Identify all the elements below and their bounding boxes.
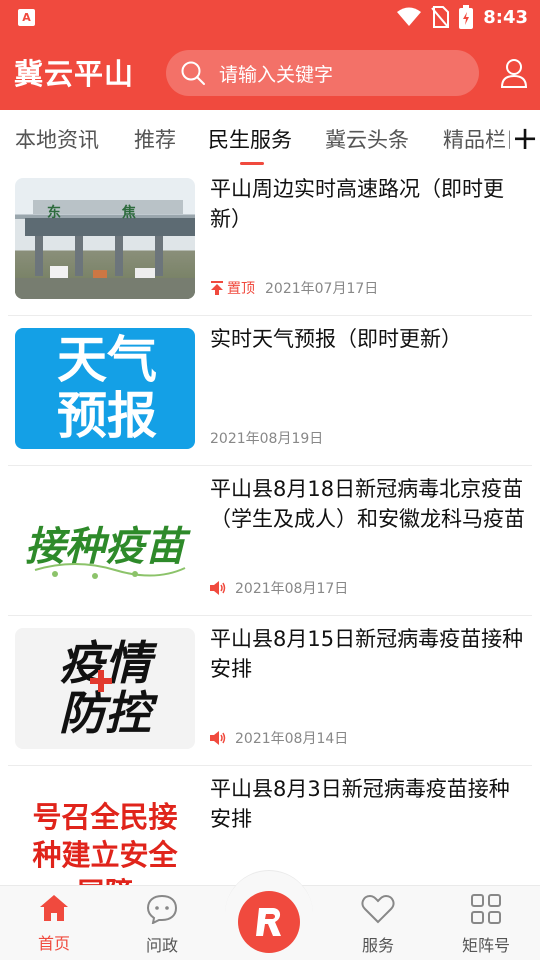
tab-recommend[interactable]: 推荐 xyxy=(134,124,176,154)
news-title: 平山县8月18日新冠病毒北京疫苗（学生及成人）和安徽龙科马疫苗 xyxy=(210,477,525,531)
thumbnail-caption: 东 焦 xyxy=(47,205,164,221)
thumbnail-caption: 天气预报 xyxy=(57,331,157,445)
red-cross-mark xyxy=(90,670,112,692)
app-notification-icon: A xyxy=(18,9,35,26)
pin-top-icon xyxy=(211,281,223,295)
center-app-button[interactable] xyxy=(238,891,300,953)
nav-matrix-label: 矩阵号 xyxy=(461,936,510,955)
news-meta: 置顶 2021年07月17日 xyxy=(210,278,378,298)
tab-local-news[interactable]: 本地资讯 xyxy=(15,124,99,154)
news-item[interactable]: 东 焦 平山周边实时高速路况（即时更新） 置顶 2021年07月17日 xyxy=(0,166,540,316)
search-input[interactable]: 请输入关键字 xyxy=(166,50,479,96)
news-title: 平山周边实时高速路况（即时更新） xyxy=(210,177,504,231)
nav-home-label: 首页 xyxy=(37,934,70,953)
bottom-navigation: 首页 问政 服务 矩阵号 xyxy=(0,870,540,960)
news-date: 2021年08月19日 xyxy=(210,431,324,447)
news-meta: 2021年08月19日 xyxy=(210,428,323,448)
news-thumbnail: 天气预报 xyxy=(15,328,195,449)
news-title: 平山县8月15日新冠病毒疫苗接种安排 xyxy=(210,627,524,681)
status-icons: 8:43 xyxy=(397,5,528,29)
news-thumbnail: 号召全民接种建立安全屏障 xyxy=(15,778,195,899)
news-title: 平山县8月3日新冠病毒疫苗接种安排 xyxy=(210,777,510,831)
search-placeholder: 请输入关键字 xyxy=(219,63,334,86)
app-header: 冀云平山 请输入关键字 xyxy=(0,36,540,110)
nav-home[interactable]: 首页 xyxy=(14,894,94,954)
news-meta: 2021年08月17日 xyxy=(210,578,348,598)
active-tab-indicator xyxy=(240,162,264,165)
nav-inquiry[interactable]: 问政 xyxy=(122,894,202,956)
home-icon xyxy=(40,895,68,921)
thumbnail-caption: 号召全民接种建立安全屏障 xyxy=(32,800,178,899)
vaccine-decoration xyxy=(34,563,186,579)
news-thumbnail: 东 焦 xyxy=(15,178,195,299)
pinned-badge: 置顶 xyxy=(210,278,255,298)
no-sim-icon xyxy=(431,6,450,28)
news-item[interactable]: 接种疫苗 平山县8月18日新冠病毒北京疫苗（学生及成人）和安徽龙科马疫苗 202… xyxy=(0,466,540,616)
wifi-icon xyxy=(397,7,422,26)
nav-services[interactable]: 服务 xyxy=(338,894,418,956)
nav-inquiry-label: 问政 xyxy=(145,936,178,955)
status-bar: A 8:43 xyxy=(0,0,540,36)
search-icon xyxy=(181,61,205,85)
tab-livelihood-services[interactable]: 民生服务 xyxy=(208,124,292,154)
add-tab-button[interactable]: + xyxy=(510,110,540,166)
battery-icon xyxy=(459,5,474,29)
news-thumbnail: 疫情防控 xyxy=(15,628,195,749)
toll-gate-image xyxy=(15,200,195,299)
center-logo-icon xyxy=(256,908,281,936)
status-time: 8:43 xyxy=(483,6,528,28)
pinned-label: 置顶 xyxy=(227,281,255,297)
audio-icon xyxy=(210,731,226,745)
news-title: 实时天气预报（即时更新） xyxy=(210,327,462,351)
category-tabs: 本地资讯 推荐 民生服务 冀云头条 精品栏目 + xyxy=(0,110,540,166)
news-item[interactable]: 天气预报 实时天气预报（即时更新） 2021年08月19日 xyxy=(0,316,540,466)
news-date: 2021年08月14日 xyxy=(235,731,349,747)
nav-matrix[interactable]: 矩阵号 xyxy=(446,894,526,956)
nav-services-label: 服务 xyxy=(361,936,394,955)
news-thumbnail: 接种疫苗 xyxy=(15,478,195,599)
user-profile-icon[interactable] xyxy=(500,58,528,88)
chat-icon xyxy=(146,894,178,925)
tab-jiyun-headlines[interactable]: 冀云头条 xyxy=(325,124,409,154)
news-item[interactable]: 疫情防控 平山县8月15日新冠病毒疫苗接种安排 2021年08月14日 xyxy=(0,616,540,766)
audio-icon xyxy=(210,581,226,595)
news-meta: 2021年08月14日 xyxy=(210,728,348,748)
news-date: 2021年07月17日 xyxy=(265,281,379,297)
news-date: 2021年08月17日 xyxy=(235,581,349,597)
grid-icon xyxy=(471,894,501,924)
app-title: 冀云平山 xyxy=(14,57,135,91)
heart-icon xyxy=(361,894,395,924)
